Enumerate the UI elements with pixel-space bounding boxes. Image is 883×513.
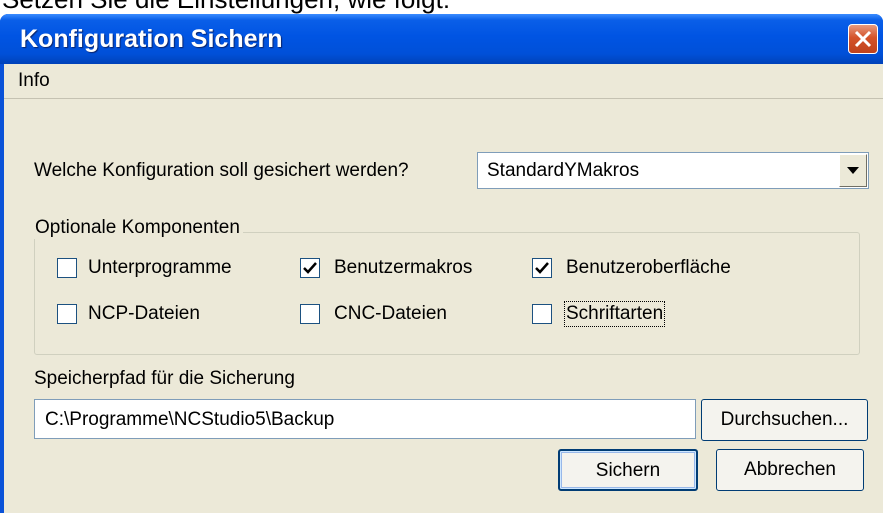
browse-button[interactable]: Durchsuchen... xyxy=(701,399,868,441)
close-icon xyxy=(854,30,872,48)
config-question-label: Welche Konfiguration soll gesichert werd… xyxy=(34,160,409,181)
cancel-button[interactable]: Abbrechen xyxy=(716,449,864,491)
optional-components-legend: Optionale Komponenten xyxy=(32,217,243,239)
browse-button-label: Durchsuchen... xyxy=(720,409,849,430)
checkbox-benutzermakros[interactable] xyxy=(300,258,320,278)
checkbox-label-benutzeroberflaeche[interactable]: Benutzeroberfläche xyxy=(566,257,731,279)
savepath-value: C:\Programme\NCStudio5\Backup xyxy=(45,409,335,430)
caption-text: Setzen Sie die Einstellungen, wie folgt: xyxy=(2,0,450,14)
checkbox-label-cnc-dateien[interactable]: CNC-Dateien xyxy=(334,303,447,325)
savepath-input[interactable]: C:\Programme\NCStudio5\Backup xyxy=(34,399,696,439)
checkbox-benutzeroberflaeche[interactable] xyxy=(532,258,552,278)
checkbox-ncp-dateien[interactable] xyxy=(57,304,77,324)
checkbox-label-unterprogramme[interactable]: Unterprogramme xyxy=(88,257,232,279)
checkbox-label-schriftarten[interactable]: Schriftarten xyxy=(563,301,666,327)
dialog-window: Konfiguration Sichern Info Welche Konfig… xyxy=(0,14,883,513)
save-button-label: Sichern xyxy=(595,460,661,481)
checkbox-unterprogramme[interactable] xyxy=(57,258,77,278)
checkbox-label-ncp-dateien[interactable]: NCP-Dateien xyxy=(88,303,200,325)
dialog-client-area: Info Welche Konfiguration soll gesichert… xyxy=(4,64,883,513)
optional-components-group xyxy=(34,232,860,355)
save-button[interactable]: Sichern xyxy=(558,449,698,491)
caption-text-fragment: Setzen Sie die Einstellungen, wie folgt: xyxy=(0,0,883,14)
menu-item-info[interactable]: Info xyxy=(18,70,50,92)
menu-bar: Info xyxy=(4,64,883,99)
title-bar[interactable]: Konfiguration Sichern xyxy=(0,14,883,64)
savepath-label: Speicherpfad für die Sicherung xyxy=(34,368,295,389)
checkmark-icon xyxy=(535,262,549,274)
window-title: Konfiguration Sichern xyxy=(20,25,283,53)
config-dropdown[interactable]: StandardYMakros xyxy=(477,152,869,189)
cancel-button-label: Abbrechen xyxy=(744,459,836,480)
chevron-down-icon xyxy=(847,167,859,174)
config-dropdown-value: StandardYMakros xyxy=(487,160,640,181)
dropdown-button[interactable] xyxy=(839,154,867,187)
checkbox-schriftarten[interactable] xyxy=(532,304,552,324)
close-button[interactable] xyxy=(848,24,878,54)
checkmark-icon xyxy=(303,262,317,274)
checkbox-label-benutzermakros[interactable]: Benutzermakros xyxy=(334,257,472,279)
checkbox-cnc-dateien[interactable] xyxy=(300,304,320,324)
